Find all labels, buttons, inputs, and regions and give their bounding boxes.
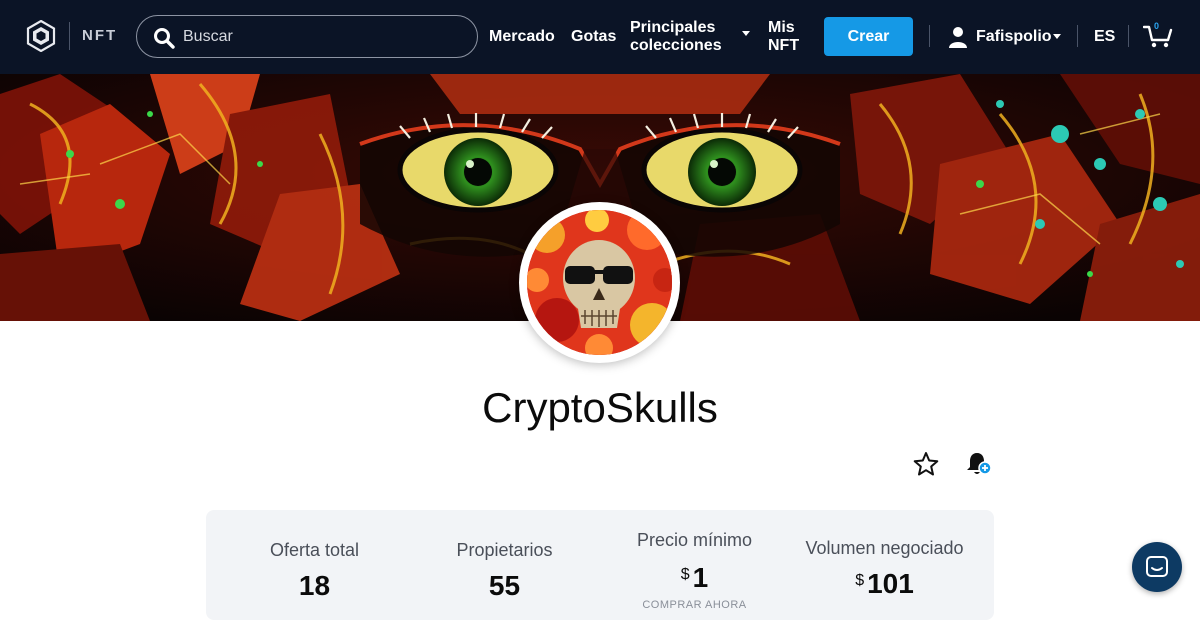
nav-gotas[interactable]: Gotas: [571, 28, 616, 46]
star-icon[interactable]: [913, 451, 939, 477]
stat-label: Precio mínimo: [636, 530, 753, 550]
chat-button[interactable]: [1132, 542, 1182, 592]
user-icon[interactable]: [948, 26, 968, 48]
language-selector[interactable]: ES: [1094, 28, 1115, 46]
chevron-down-icon[interactable]: [1053, 34, 1061, 39]
nav-principales-colecciones[interactable]: Principales colecciones: [630, 19, 730, 55]
collection-title: CryptoSkulls: [482, 384, 718, 431]
skull-avatar-image: [527, 210, 672, 355]
stat-value-wrapper: $101: [786, 568, 983, 600]
logo-divider: [69, 22, 70, 50]
stat-value: 55: [488, 570, 521, 601]
nav-mis-nft[interactable]: Mis NFT: [768, 19, 808, 55]
stat-label: Propietarios: [456, 540, 553, 560]
collection-stats-panel: Oferta total 18 Propietarios 55 Precio m…: [206, 510, 994, 620]
chevron-down-icon[interactable]: [742, 31, 750, 36]
nav-mis-line1: Mis: [768, 19, 795, 36]
nav-mis-line2: NFT: [768, 37, 800, 54]
search-box[interactable]: [136, 15, 478, 58]
nav-mercado[interactable]: Mercado: [489, 28, 555, 46]
divider: [1128, 25, 1129, 47]
stat-value: 1: [692, 562, 709, 593]
cart-count-badge: 0: [1154, 21, 1160, 31]
chat-icon: [1146, 556, 1168, 577]
user-menu[interactable]: Fafispolio: [976, 28, 1052, 46]
divider: [1077, 25, 1078, 47]
search-icon: [154, 28, 175, 49]
top-navigation-bar: NFT Mercado Gotas Principales coleccione…: [0, 0, 1200, 74]
stat-value-wrapper: $1: [596, 562, 793, 594]
stat-label: Oferta total: [269, 540, 360, 560]
nav-principales-line2: colecciones: [630, 37, 722, 54]
nav-principales-line1: Principales: [630, 19, 716, 36]
collection-avatar: [527, 210, 672, 355]
create-button[interactable]: Crear: [824, 17, 913, 56]
brand-label[interactable]: NFT: [82, 27, 117, 44]
bell-plus-icon[interactable]: [965, 450, 993, 478]
stat-value: 18: [298, 570, 331, 601]
stat-label: Volumen negociado: [805, 538, 964, 558]
currency-symbol: $: [680, 566, 690, 583]
stat-value: 101: [867, 568, 914, 599]
buy-now-link[interactable]: COMPRAR AHORA: [596, 599, 793, 611]
currency-symbol: $: [855, 572, 865, 589]
crypto-com-logo-icon[interactable]: [26, 20, 56, 52]
search-input[interactable]: [183, 26, 463, 48]
divider: [929, 25, 930, 47]
